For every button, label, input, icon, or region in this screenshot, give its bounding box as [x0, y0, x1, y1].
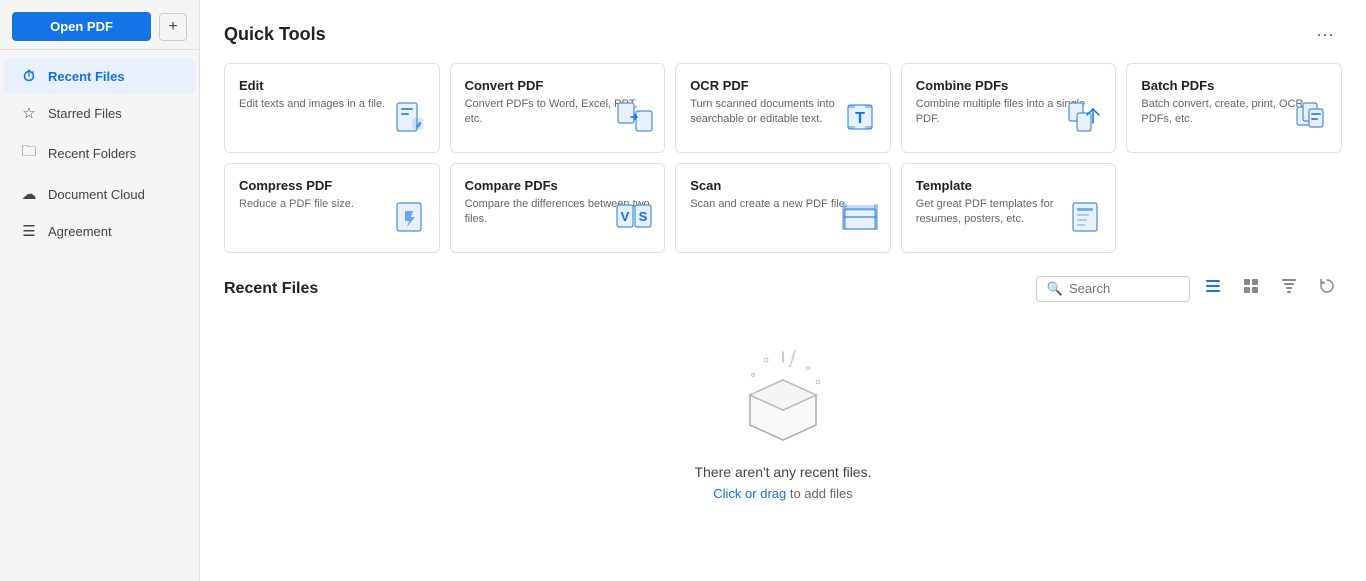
search-input[interactable] [1069, 281, 1179, 296]
svg-text:T: T [855, 110, 865, 127]
tool-icon-batch-pdfs [1289, 95, 1333, 144]
document-cloud-icon: ☁ [20, 185, 38, 203]
sidebar-item-recent-folders[interactable]: 🗀 Recent Folders [4, 132, 195, 175]
empty-title: There aren't any recent files. [695, 464, 872, 480]
tool-icon-compress-pdf [387, 195, 431, 244]
recent-folders-label: Recent Folders [48, 146, 136, 161]
tool-icon-convert-pdf [612, 95, 656, 144]
tool-title-template: Template [916, 178, 1102, 193]
svg-text:V: V [621, 209, 630, 224]
quick-tools-title: Quick Tools [224, 24, 326, 45]
refresh-button[interactable] [1312, 273, 1342, 304]
agreement-label: Agreement [48, 224, 112, 239]
empty-link: Click or drag to add files [713, 486, 852, 501]
filter-button[interactable] [1274, 273, 1304, 304]
tool-card-compress-pdf[interactable]: Compress PDFReduce a PDF file size. [224, 163, 440, 253]
tool-title-scan: Scan [690, 178, 876, 193]
tool-card-template[interactable]: TemplateGet great PDF templates for resu… [901, 163, 1117, 253]
tool-title-compare-pdfs: Compare PDFs [465, 178, 651, 193]
empty-box-icon [728, 340, 838, 450]
tool-card-convert-pdf[interactable]: Convert PDFConvert PDFs to Word, Excel, … [450, 63, 666, 153]
tools-grid: EditEdit texts and images in a file. Con… [224, 63, 1342, 253]
sidebar-nav: ⏱ Recent Files ☆ Starred Files 🗀 Recent Folde… [0, 50, 199, 581]
tool-title-ocr-pdf: OCR PDF [690, 78, 876, 93]
sidebar-item-starred-files[interactable]: ☆ Starred Files [4, 95, 195, 131]
recent-controls: 🔍 [1036, 273, 1342, 304]
open-pdf-button[interactable]: Open PDF [12, 12, 151, 41]
sidebar: Open PDF + ⏱ Recent Files ☆ Starred Files 🗀 R… [0, 0, 200, 581]
tool-icon-ocr-pdf: T [838, 95, 882, 144]
sidebar-item-agreement[interactable]: ☰ Agreement [4, 213, 195, 249]
svg-text:S: S [639, 209, 648, 224]
add-button[interactable]: + [159, 13, 187, 41]
search-icon: 🔍 [1047, 281, 1063, 297]
empty-state: There aren't any recent files. Click or … [224, 320, 1342, 531]
tool-card-edit[interactable]: EditEdit texts and images in a file. [224, 63, 440, 153]
sidebar-item-document-cloud[interactable]: ☁ Document Cloud [4, 176, 195, 212]
main-content: Quick Tools ··· EditEdit texts and image… [200, 0, 1366, 581]
tool-icon-combine-pdfs [1063, 95, 1107, 144]
grid-view-button[interactable] [1236, 273, 1266, 304]
recent-files-header: Recent Files 🔍 [224, 273, 1342, 304]
document-cloud-label: Document Cloud [48, 187, 145, 202]
more-button[interactable]: ··· [1308, 20, 1342, 49]
tool-icon-template [1063, 195, 1107, 244]
tool-title-combine-pdfs: Combine PDFs [916, 78, 1102, 93]
tool-card-ocr-pdf[interactable]: OCR PDFTurn scanned documents into searc… [675, 63, 891, 153]
tool-title-edit: Edit [239, 78, 425, 93]
tool-card-compare-pdfs[interactable]: Compare PDFsCompare the differences betw… [450, 163, 666, 253]
tool-icon-edit [387, 95, 431, 144]
quick-tools-header: Quick Tools ··· [224, 20, 1342, 49]
tool-title-convert-pdf: Convert PDF [465, 78, 651, 93]
recent-files-icon: ⏱ [20, 68, 38, 85]
tool-icon-compare-pdfs: V S [612, 195, 656, 244]
list-view-button[interactable] [1198, 273, 1228, 304]
starred-files-icon: ☆ [20, 104, 38, 122]
tool-card-combine-pdfs[interactable]: Combine PDFsCombine multiple files into … [901, 63, 1117, 153]
starred-files-label: Starred Files [48, 106, 122, 121]
tool-card-scan[interactable]: ScanScan and create a new PDF file. [675, 163, 891, 253]
click-or-drag-link[interactable]: Click or drag [713, 486, 786, 501]
tool-card-batch-pdfs[interactable]: Batch PDFsBatch convert, create, print, … [1126, 63, 1342, 153]
tool-icon-scan [838, 195, 882, 244]
search-box: 🔍 [1036, 276, 1190, 302]
recent-files-title: Recent Files [224, 280, 318, 298]
sidebar-top: Open PDF + [0, 0, 199, 50]
agreement-icon: ☰ [20, 222, 38, 240]
sidebar-item-recent-files[interactable]: ⏱ Recent Files [4, 59, 195, 94]
tool-title-batch-pdfs: Batch PDFs [1141, 78, 1327, 93]
tool-title-compress-pdf: Compress PDF [239, 178, 425, 193]
recent-folders-icon: 🗀 [20, 141, 38, 166]
recent-files-label: Recent Files [48, 69, 125, 84]
